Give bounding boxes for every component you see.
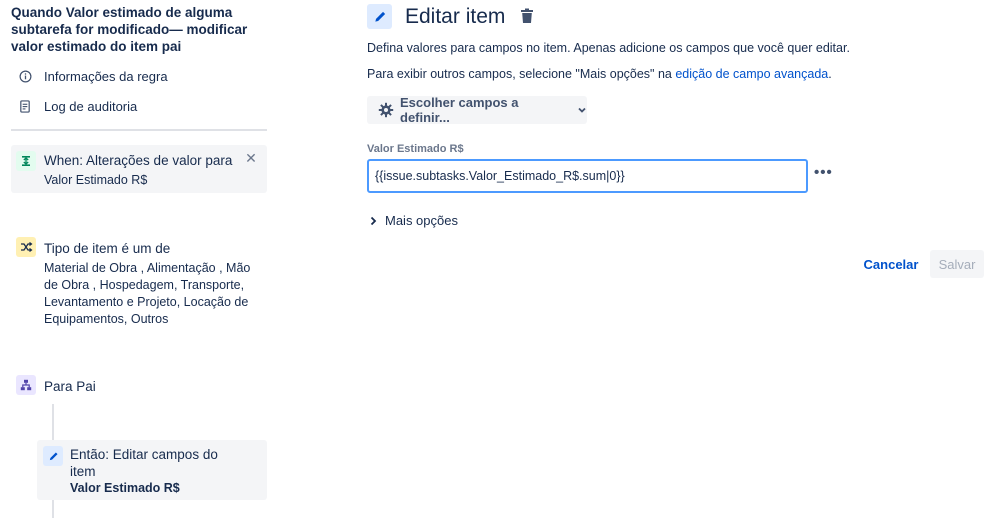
info-icon xyxy=(18,69,32,83)
chevron-right-icon xyxy=(370,216,377,226)
action-title: Então: Editar campos do item xyxy=(70,447,218,479)
trigger-icon xyxy=(16,151,36,171)
divider xyxy=(11,129,267,131)
sidebar-item-label: Log de auditoria xyxy=(44,98,138,114)
pencil-icon xyxy=(367,4,392,29)
sidebar-item-audit-log[interactable]: Log de auditoria xyxy=(18,96,137,116)
chevron-down-icon xyxy=(577,106,587,114)
more-actions-icon[interactable]: ••• xyxy=(814,162,832,184)
pencil-icon xyxy=(43,446,63,466)
choose-fields-label: Escolher campos a definir... xyxy=(400,95,519,125)
action-subtitle: Valor Estimado R$ xyxy=(70,481,180,495)
field-label: Valor Estimado R$ xyxy=(367,143,464,155)
more-options-label: Mais opções xyxy=(385,213,458,228)
description-advanced: Para exibir outros campos, selecione "Ma… xyxy=(367,67,832,81)
rule-title: Quando Valor estimado de alguma subtaref… xyxy=(11,5,248,54)
trigger-title: When: Alterações de valor para xyxy=(44,153,233,168)
advanced-field-edit-link[interactable]: edição de campo avançada xyxy=(675,67,828,81)
save-button[interactable]: Salvar xyxy=(930,250,984,278)
action-card[interactable]: Então: Editar campos do item Valor Estim… xyxy=(37,440,267,500)
document-icon xyxy=(18,99,32,113)
rule-sidebar: Quando Valor estimado de alguma subtaref… xyxy=(0,0,280,518)
sidebar-item-rule-info[interactable]: Informações da regra xyxy=(18,66,168,86)
trigger-card[interactable]: When: Alterações de valor para Valor Est… xyxy=(11,145,267,193)
choose-fields-button[interactable]: Escolher campos a definir... xyxy=(367,95,587,125)
estimated-value-field[interactable] xyxy=(367,159,808,193)
trigger-subtitle: Valor Estimado R$ xyxy=(44,173,148,187)
hierarchy-icon xyxy=(16,375,36,395)
edit-item-panel: Editar item Defina valores para campos n… xyxy=(367,0,999,518)
condition-title[interactable]: Tipo de item é um de xyxy=(44,240,170,257)
close-icon[interactable]: ✕ xyxy=(244,151,258,165)
gear-icon xyxy=(378,102,394,118)
description: Defina valores para campos no item. Apen… xyxy=(367,41,850,55)
condition-subtitle: Material de Obra , Alimentação , Mão de … xyxy=(44,261,251,326)
page-title: Editar item xyxy=(405,5,506,28)
more-options-toggle[interactable]: Mais opções xyxy=(370,213,458,228)
sidebar-item-label: Informações da regra xyxy=(44,68,168,84)
shuffle-icon xyxy=(16,237,36,257)
branch-title[interactable]: Para Pai xyxy=(44,378,96,395)
cancel-button[interactable]: Cancelar xyxy=(862,250,920,278)
trash-icon[interactable] xyxy=(520,8,536,26)
